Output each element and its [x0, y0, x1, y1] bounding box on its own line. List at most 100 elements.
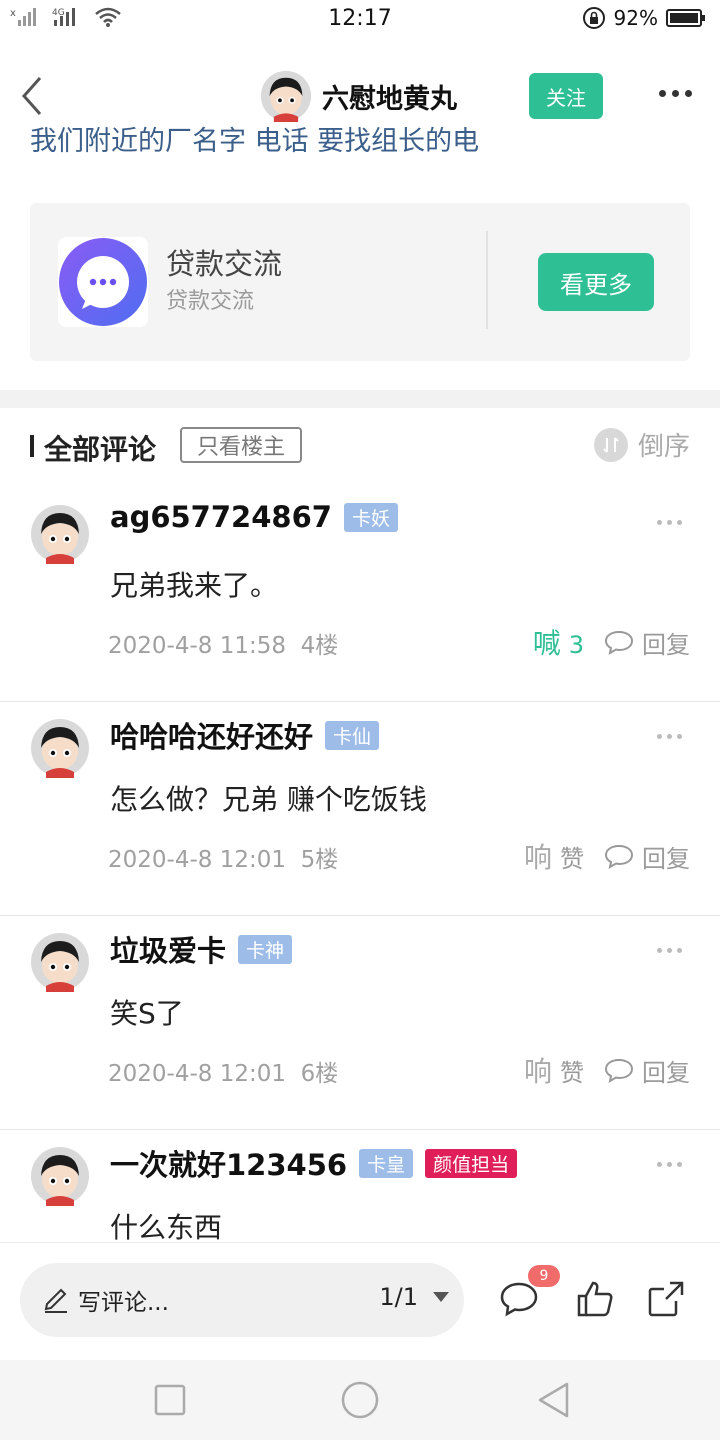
battery-icon [666, 9, 705, 27]
system-nav-bar [0, 1360, 720, 1440]
like-count: 3 [568, 631, 584, 659]
comment-actions: 响 赞 回复 [524, 836, 690, 876]
bottom-toolbar: 写评论... 1/1 9 [0, 1242, 720, 1360]
back-triangle-icon[interactable] [536, 1380, 572, 1420]
comment-meta: 2020-4-8 11:58 4楼 [108, 626, 338, 660]
like-label: 赞 [560, 845, 584, 873]
comment-date: 2020-4-8 11:58 [108, 633, 286, 659]
like-button[interactable]: 响 赞 [524, 836, 584, 876]
commenter-name-row: 一次就好123456 卡皇 颜值担当 [110, 1142, 518, 1184]
comment-text: 兄弟我来了。 [110, 569, 279, 602]
comment-text: 什么东西 [110, 1211, 223, 1244]
thumbs-up-icon[interactable] [575, 1279, 615, 1319]
like-glyph: 响 [523, 1055, 552, 1088]
commenter-name[interactable]: 垃圾爱卡 [110, 928, 226, 970]
group-icon-frame [58, 237, 148, 327]
reply-button[interactable]: 回复 [604, 839, 690, 874]
like-glyph: 喊 [532, 627, 561, 660]
level-badge: 卡妖 [343, 502, 398, 532]
comment-text: 笑S了 [110, 997, 184, 1030]
level-badge: 卡神 [238, 934, 293, 964]
write-comment-placeholder: 写评论... [78, 1290, 169, 1316]
comment-more-icon[interactable] [657, 520, 682, 525]
comment-floor: 6楼 [300, 1061, 339, 1087]
reply-bubble-icon [604, 844, 634, 869]
post-content-partial: 我们附近的厂名字 电话 要找组长的电 [30, 126, 480, 154]
pencil-icon [44, 1288, 67, 1313]
author-avatar[interactable] [260, 70, 312, 122]
follow-button[interactable]: 关注 [529, 73, 603, 119]
comment-count-badge: 9 [528, 1265, 560, 1287]
group-card[interactable]: 贷款交流 贷款交流 看更多 [30, 203, 690, 361]
like-button[interactable]: 响 赞 [524, 1050, 584, 1090]
comment-more-icon[interactable] [657, 734, 682, 739]
like-glyph: 响 [523, 841, 552, 874]
back-chevron-icon[interactable] [14, 72, 54, 120]
like-button[interactable]: 喊 3 [533, 622, 584, 662]
battery-percent: 92% [613, 6, 658, 30]
see-more-button[interactable]: 看更多 [538, 253, 654, 311]
write-comment-label-row: 写评论... [42, 1283, 169, 1317]
author-info[interactable]: 六慰地黄丸 [260, 70, 457, 122]
share-icon[interactable] [646, 1279, 686, 1319]
status-bar: x 4G 12:17 92% [0, 0, 720, 40]
comment-more-icon[interactable] [657, 948, 682, 953]
commenter-name-row: 哈哈哈还好还好 卡仙 [110, 714, 380, 756]
comment-floor: 5楼 [300, 847, 339, 873]
group-divider [486, 231, 488, 329]
comment-floor: 4楼 [300, 633, 339, 659]
level-badge: 卡皇 [359, 1148, 414, 1178]
comment-actions: 喊 3 回复 [533, 622, 690, 662]
app-screen: x 4G 12:17 92% 六慰地黄丸 关注 我们附近的厂名字 电话 要找组长… [0, 0, 720, 1440]
comment-item: ag657724867 卡妖 兄弟我来了。 2020-4-8 11:58 4楼 … [0, 488, 720, 702]
reply-bubble-icon [604, 1058, 634, 1083]
comment-date: 2020-4-8 12:01 [108, 1061, 286, 1087]
reply-bubble-icon [604, 630, 634, 655]
commenter-avatar[interactable] [30, 504, 90, 564]
commenter-avatar[interactable] [30, 1146, 90, 1206]
comment-text: 怎么做？兄弟 赚个吃饭钱 [110, 783, 427, 816]
commenter-avatar[interactable] [30, 932, 90, 992]
author-name[interactable]: 六慰地黄丸 [322, 77, 457, 116]
sort-icon [593, 427, 628, 462]
recents-square-icon[interactable] [153, 1380, 187, 1420]
level-badge: 卡仙 [325, 720, 380, 750]
like-label: 赞 [560, 1059, 584, 1087]
section-divider [0, 390, 720, 408]
commenter-avatar[interactable] [30, 718, 90, 778]
commenter-name-row: ag657724867 卡妖 [110, 500, 398, 534]
write-comment-input[interactable]: 写评论... 1/1 [20, 1263, 464, 1337]
home-circle-icon[interactable] [340, 1380, 380, 1420]
caret-down-icon [433, 1292, 449, 1302]
comment-item: 哈哈哈还好还好 卡仙 怎么做？兄弟 赚个吃饭钱 2020-4-8 12:01 5… [0, 702, 720, 916]
commenter-name-row: 垃圾爱卡 卡神 [110, 928, 293, 970]
special-badge: 颜值担当 [425, 1148, 518, 1178]
sort-button[interactable]: 倒序 [593, 426, 690, 463]
reply-label: 回复 [642, 630, 690, 659]
comments-title: 全部评论 [44, 433, 157, 466]
comment-meta: 2020-4-8 12:01 6楼 [108, 1054, 338, 1088]
only-owner-button[interactable]: 只看楼主 [180, 427, 302, 463]
section-marker [30, 435, 34, 457]
comment-item: 垃圾爱卡 卡神 笑S了 2020-4-8 12:01 6楼 响 赞 回复 [0, 916, 720, 1130]
reply-button[interactable]: 回复 [604, 625, 690, 660]
group-subtitle: 贷款交流 [166, 289, 255, 314]
comment-more-icon[interactable] [657, 1162, 682, 1167]
rotation-lock-icon [582, 7, 605, 29]
comment-meta: 2020-4-8 12:01 5楼 [108, 840, 338, 874]
sort-label: 倒序 [637, 432, 690, 462]
status-right: 92% [582, 6, 706, 30]
reply-button[interactable]: 回复 [604, 1053, 690, 1088]
commenter-name[interactable]: 哈哈哈还好还好 [110, 714, 313, 756]
page-indicator: 1/1 [379, 1283, 418, 1311]
comment-date: 2020-4-8 12:01 [108, 847, 286, 873]
commenter-name[interactable]: ag657724867 [110, 500, 332, 534]
reply-label: 回复 [642, 1058, 690, 1087]
comment-actions: 响 赞 回复 [524, 1050, 690, 1090]
commenter-name[interactable]: 一次就好123456 [110, 1142, 347, 1184]
group-title: 贷款交流 [166, 247, 283, 281]
page-selector[interactable]: 1/1 [379, 1283, 450, 1311]
chat-bubble-icon [59, 238, 147, 326]
more-dots-icon[interactable] [659, 90, 692, 97]
comments-header: 全部评论 只看楼主 倒序 [0, 424, 720, 468]
